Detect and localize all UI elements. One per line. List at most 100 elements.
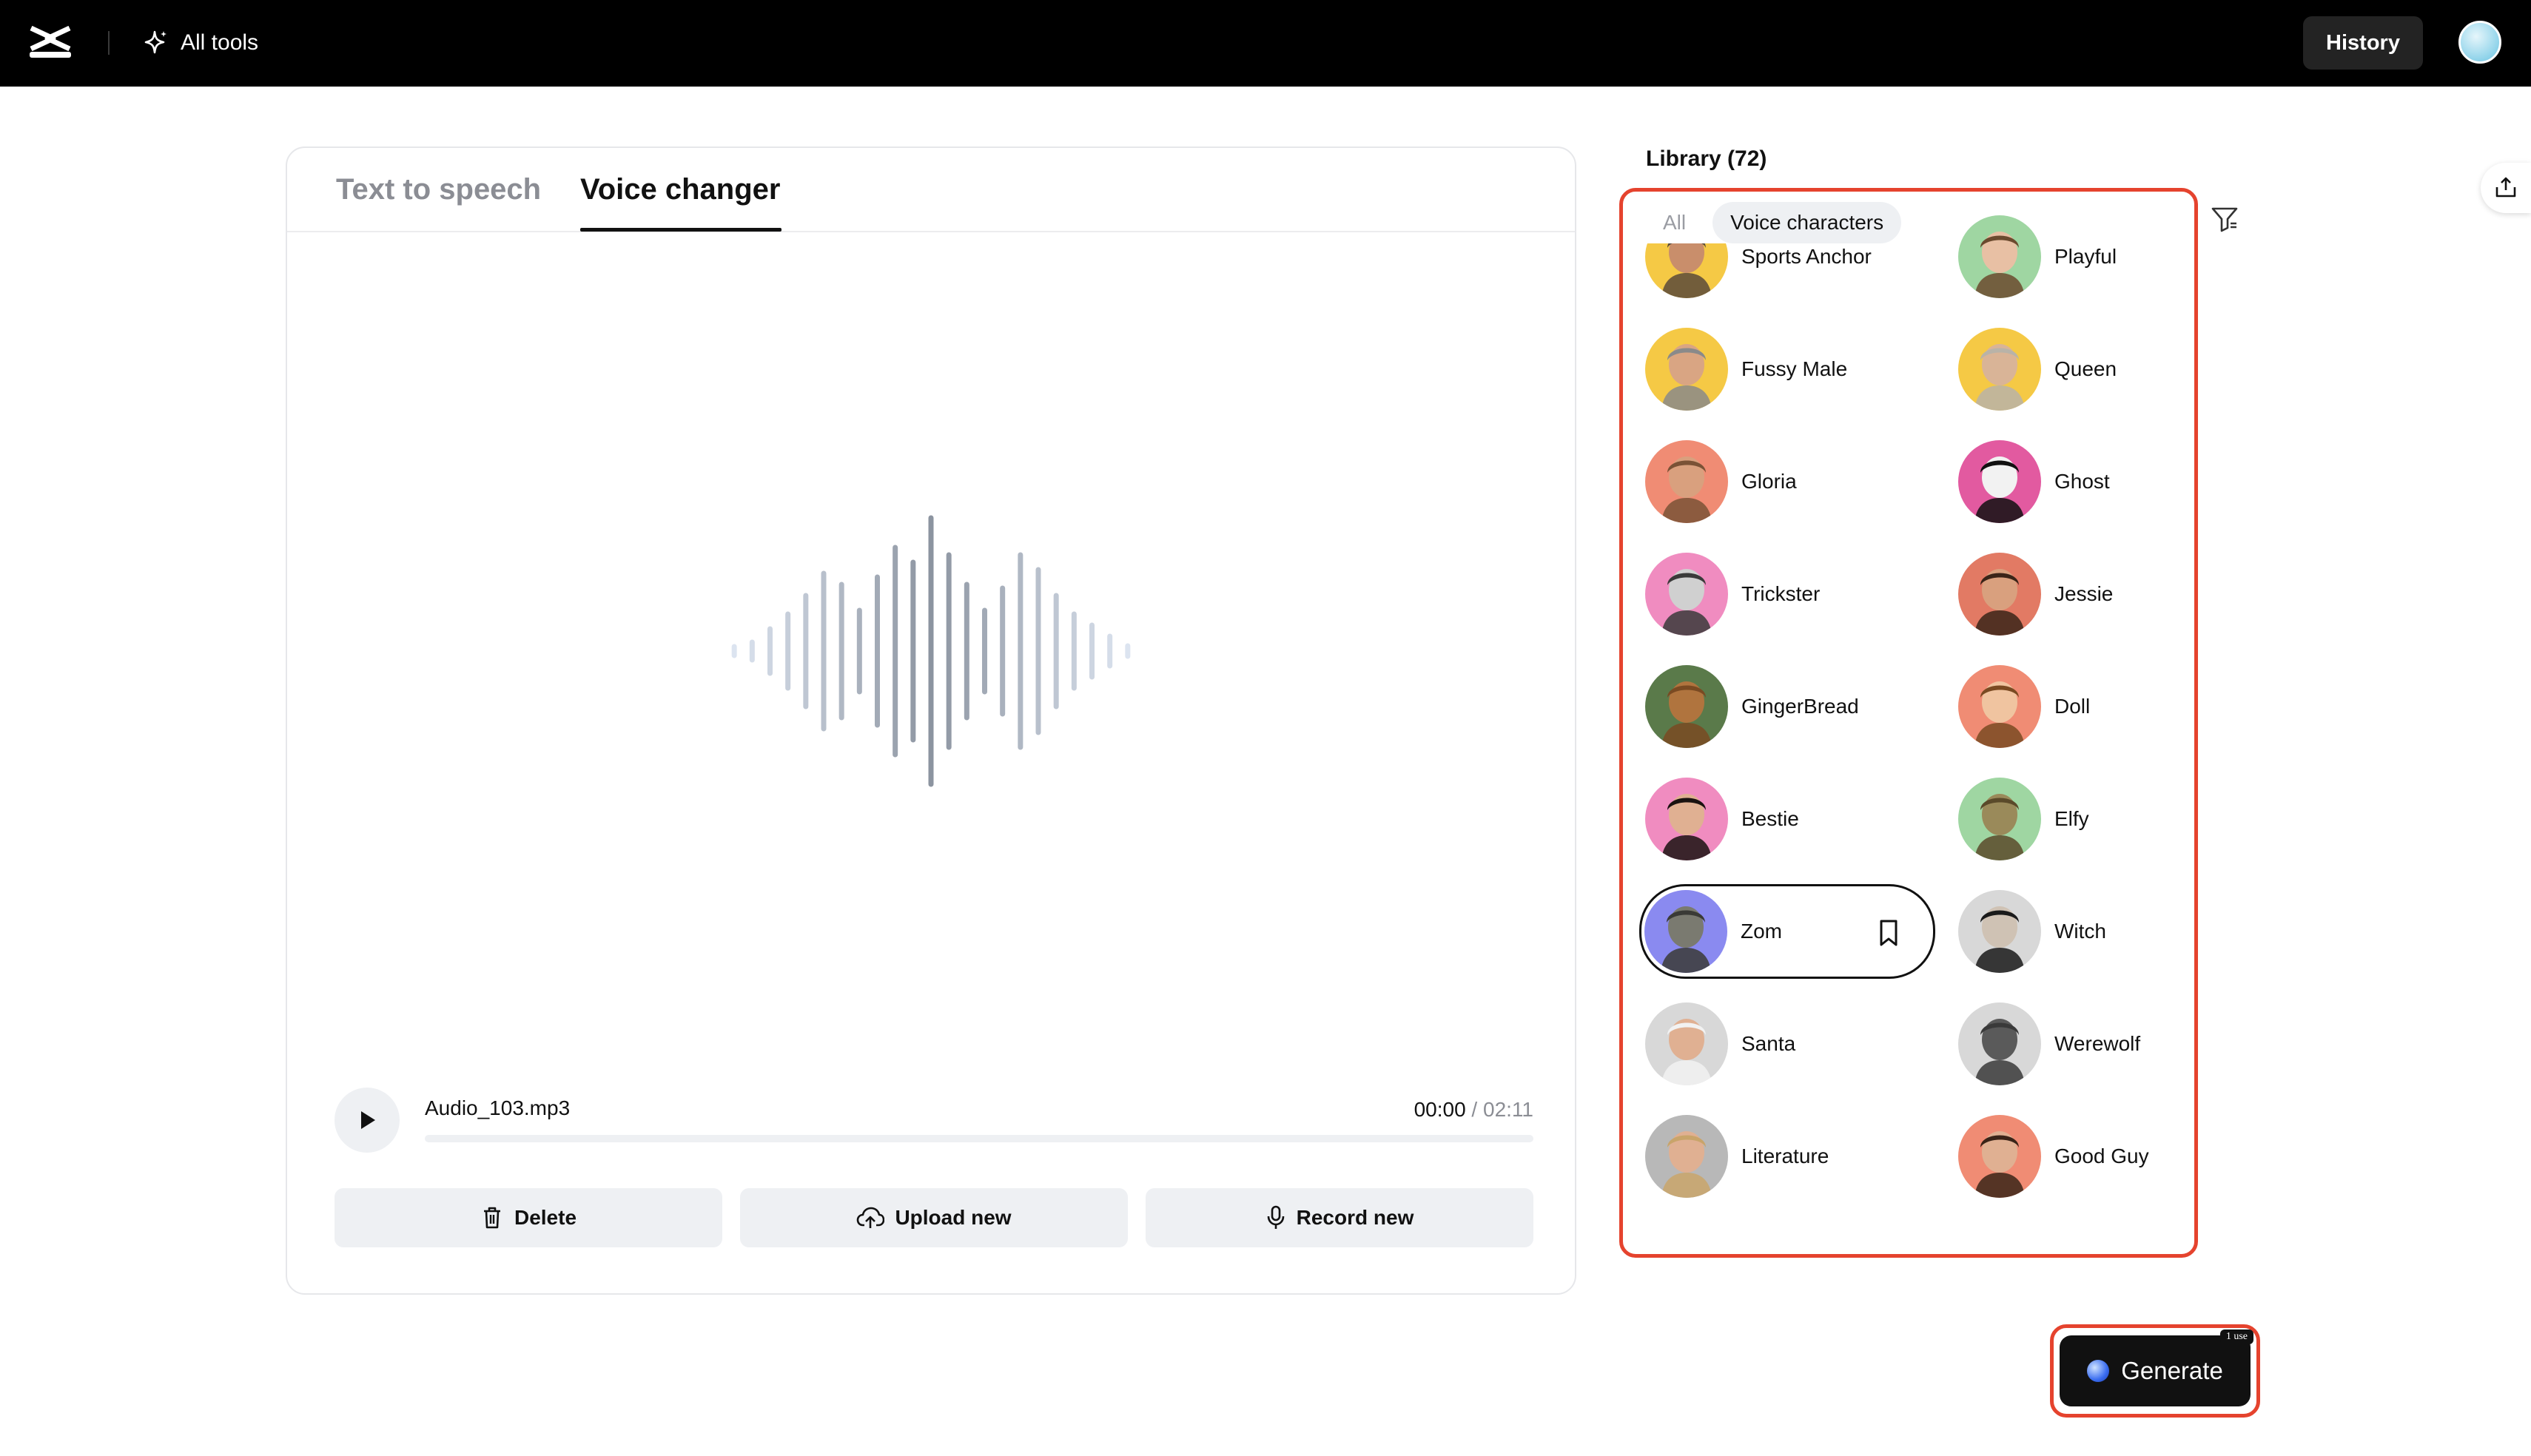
topbar-divider: [108, 31, 110, 55]
side-panel-toggle[interactable]: [2481, 163, 2531, 213]
voice-avatar: [1958, 215, 2041, 298]
voice-name: Jessie: [2054, 582, 2114, 605]
voice-name: Doll: [2054, 695, 2091, 718]
voice-name: GingerBread: [1741, 695, 1859, 718]
play-icon: [361, 1111, 375, 1129]
voice-item-literature[interactable]: Literature: [1645, 1110, 1829, 1202]
generate-orb-icon: [2087, 1360, 2110, 1382]
record-new-button[interactable]: Record new: [1146, 1188, 1533, 1247]
filter-icon[interactable]: [2210, 204, 2239, 234]
voice-name: Zom: [1741, 920, 1782, 943]
voice-list: Sports Anchor Playful Fussy Male Queen G…: [1623, 192, 2194, 1254]
voice-item-trickster[interactable]: Trickster: [1645, 548, 1820, 640]
voice-avatar: [1645, 1002, 1728, 1085]
voice-avatar: [1958, 1002, 2041, 1085]
voice-name: Gloria: [1741, 470, 1797, 493]
voice-avatar: [1645, 440, 1728, 523]
voice-item-santa[interactable]: Santa: [1645, 998, 1795, 1090]
app-root: All tools History Text to speech Voice c…: [0, 0, 2531, 1456]
voice-item-fussy-male[interactable]: Fussy Male: [1645, 323, 1847, 415]
voice-avatar: [1958, 665, 2041, 748]
voice-name: Sports Anchor: [1741, 245, 1872, 268]
delete-button[interactable]: Delete: [335, 1188, 722, 1247]
voice-name: Witch: [2054, 920, 2106, 943]
voice-name: Elfy: [2054, 807, 2089, 830]
all-tools-link[interactable]: All tools: [141, 25, 258, 61]
voice-avatar: [1958, 778, 2041, 860]
generate-label: Generate: [2121, 1357, 2223, 1384]
voice-item-zombie[interactable]: Zom: [1639, 884, 1935, 979]
voice-avatar: [1645, 328, 1728, 411]
voice-item-good-guy[interactable]: Good Guy: [1958, 1110, 2149, 1202]
audio-progress-bar[interactable]: [425, 1135, 1533, 1142]
voice-item-werewolf[interactable]: Werewolf: [1958, 998, 2140, 1090]
voice-avatar: [1958, 328, 2041, 411]
voice-name: Queen: [2054, 357, 2117, 380]
voice-avatar: [1958, 890, 2041, 973]
sparkle-icon: [144, 30, 167, 54]
voice-library-panel: Sports Anchor Playful Fussy Male Queen G…: [1619, 188, 2198, 1258]
voice-name: Santa: [1741, 1032, 1796, 1055]
play-button[interactable]: [335, 1088, 400, 1153]
voice-name: Werewolf: [2054, 1032, 2141, 1055]
voice-name: Bestie: [1741, 807, 1799, 830]
library-filter-tabs: All Voice characters: [1645, 202, 1902, 243]
history-button[interactable]: History: [2303, 16, 2423, 70]
filter-tab-voice-characters[interactable]: Voice characters: [1712, 202, 1902, 243]
top-bar: All tools History: [0, 0, 2531, 87]
time-separator: /: [1465, 1098, 1483, 1121]
voice-name: Literature: [1741, 1145, 1829, 1167]
usage-badge: 1 use: [2219, 1329, 2253, 1344]
filter-tab-all[interactable]: All: [1645, 202, 1704, 243]
voice-avatar: [1645, 778, 1728, 860]
voice-avatar: [1645, 665, 1728, 748]
tab-voice-changer[interactable]: Voice changer: [580, 173, 780, 206]
voice-item-witch[interactable]: Witch: [1958, 886, 2106, 977]
generate-highlight: Generate 1 use: [2050, 1324, 2260, 1418]
total-time: 02:11: [1483, 1098, 1533, 1121]
voice-avatar: [1958, 1115, 2041, 1198]
user-avatar[interactable]: [2458, 21, 2501, 64]
voice-avatar: [1645, 553, 1728, 636]
audio-filename: Audio_103.mp3: [425, 1096, 571, 1119]
upload-label: Upload new: [895, 1206, 1012, 1229]
voice-avatar: [1958, 440, 2041, 523]
voice-item-doll[interactable]: Doll: [1958, 661, 2090, 752]
record-label: Record new: [1296, 1206, 1414, 1229]
voice-name: Fussy Male: [1741, 357, 1848, 380]
current-time: 00:00: [1414, 1098, 1466, 1121]
audio-player: Audio_103.mp3 00:00 / 02:11: [335, 1088, 1533, 1154]
mode-tabs: Text to speech Voice changer: [287, 148, 1575, 232]
library-title: Library (72): [1646, 146, 1767, 171]
active-tab-indicator: [580, 228, 782, 232]
voice-name: Trickster: [1741, 582, 1821, 605]
generate-button[interactable]: Generate: [2060, 1335, 2251, 1406]
voice-avatar: [1958, 553, 2041, 636]
voice-item-bestie[interactable]: Bestie: [1645, 773, 1799, 865]
delete-label: Delete: [514, 1206, 577, 1229]
tab-text-to-speech[interactable]: Text to speech: [336, 173, 541, 206]
microphone-icon: [1267, 1205, 1284, 1229]
upload-new-button[interactable]: Upload new: [740, 1188, 1128, 1247]
voice-name: Playful: [2054, 245, 2117, 268]
audio-actions: Delete Upload new Record new: [335, 1188, 1533, 1247]
capcut-logo-icon[interactable]: [27, 22, 74, 64]
voice-item-gloria[interactable]: Gloria: [1645, 436, 1797, 528]
voice-item-jessie[interactable]: Jessie: [1958, 548, 2113, 640]
cloud-upload-icon: [857, 1207, 885, 1228]
voice-item-gingerbread[interactable]: GingerBread: [1645, 661, 1859, 752]
voice-avatar: [1644, 890, 1727, 973]
voice-item-queen[interactable]: Queen: [1958, 323, 2117, 415]
voice-changer-card: Text to speech Voice changer Audio_103.m…: [286, 146, 1576, 1295]
voice-avatar: [1645, 1115, 1728, 1198]
voice-name: Good Guy: [2054, 1145, 2149, 1167]
voice-item-ghost[interactable]: Ghost: [1958, 436, 2110, 528]
export-icon: [2495, 177, 2516, 198]
audio-time: 00:00 / 02:11: [1414, 1098, 1533, 1122]
all-tools-label: All tools: [181, 30, 259, 55]
bookmark-icon[interactable]: [1874, 917, 1903, 948]
voice-item-playful[interactable]: Playful: [1958, 211, 2117, 303]
audio-waveform: [731, 515, 1131, 787]
voice-item-elfy[interactable]: Elfy: [1958, 773, 2089, 865]
trash-icon: [483, 1207, 500, 1229]
